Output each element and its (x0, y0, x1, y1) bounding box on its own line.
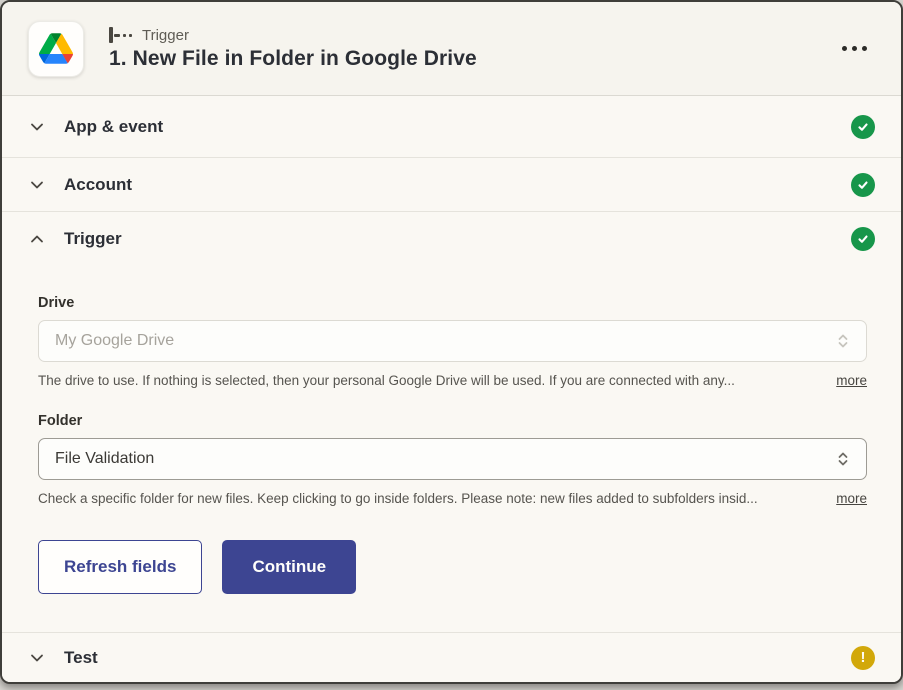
app-icon-tile (28, 21, 84, 77)
section-label: Trigger (64, 229, 122, 249)
chevron-down-icon (28, 176, 46, 194)
folder-more-link[interactable]: more (836, 491, 867, 506)
drive-more-link[interactable]: more (836, 373, 867, 388)
folder-help-row: Check a specific folder for new files. K… (38, 491, 867, 506)
step-header: Trigger 1. New File in Folder in Google … (2, 2, 901, 96)
section-account[interactable]: Account (2, 158, 901, 212)
chevron-down-icon (28, 118, 46, 136)
drive-field-group: Drive My Google Drive The drive to use. … (38, 295, 867, 388)
warning-circle-icon: ! (851, 646, 875, 670)
form-buttons: Refresh fields Continue (38, 540, 867, 594)
section-test[interactable]: Test ! (2, 632, 901, 682)
trigger-icon (109, 27, 132, 43)
folder-select-value: File Validation (55, 450, 154, 468)
section-label: Account (64, 175, 132, 195)
refresh-fields-button[interactable]: Refresh fields (38, 540, 202, 594)
trigger-step-card: Trigger 1. New File in Folder in Google … (0, 0, 903, 684)
drive-select-placeholder: My Google Drive (55, 332, 174, 350)
folder-select[interactable]: File Validation (38, 438, 867, 480)
check-circle-icon (851, 115, 875, 139)
continue-button[interactable]: Continue (222, 540, 356, 594)
check-circle-icon (851, 227, 875, 251)
folder-field-label: Folder (38, 413, 867, 429)
unfold-chevrons-icon (836, 450, 850, 468)
chevron-up-icon (28, 230, 46, 248)
ellipsis-menu-icon[interactable] (838, 36, 871, 61)
section-label: Test (64, 648, 98, 668)
trigger-form: Drive My Google Drive The drive to use. … (2, 265, 901, 628)
check-circle-icon (851, 173, 875, 197)
step-header-text: Trigger 1. New File in Folder in Google … (109, 27, 477, 71)
chevron-down-icon (28, 649, 46, 667)
section-app-event[interactable]: App & event (2, 96, 901, 158)
section-trigger[interactable]: Trigger (2, 212, 901, 265)
step-title: 1. New File in Folder in Google Drive (109, 47, 477, 71)
drive-help-row: The drive to use. If nothing is selected… (38, 373, 867, 388)
step-type-row: Trigger (109, 27, 477, 44)
section-label: App & event (64, 117, 163, 137)
step-type-label: Trigger (142, 27, 189, 44)
unfold-chevrons-icon (836, 332, 850, 350)
drive-select[interactable]: My Google Drive (38, 320, 867, 362)
folder-field-group: Folder File Validation Check a specific … (38, 413, 867, 506)
drive-help-text: The drive to use. If nothing is selected… (38, 373, 818, 388)
folder-help-text: Check a specific folder for new files. K… (38, 491, 818, 506)
google-drive-icon (39, 33, 73, 64)
drive-field-label: Drive (38, 295, 867, 311)
